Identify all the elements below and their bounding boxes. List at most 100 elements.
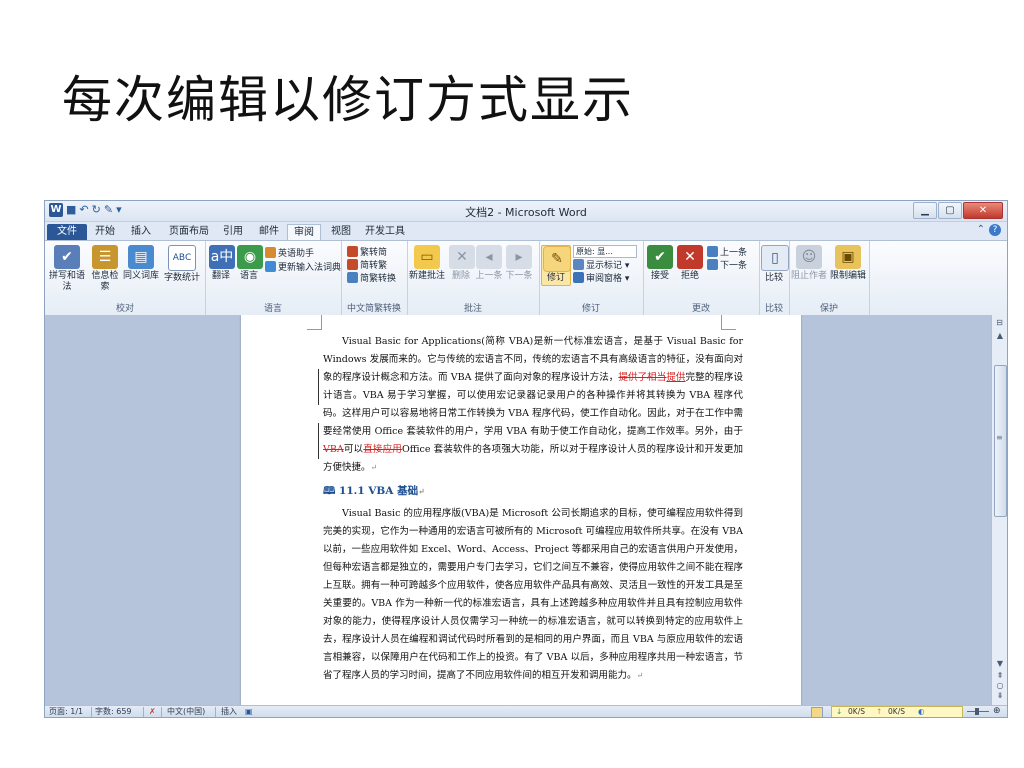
research-icon: ☰ [92,245,118,269]
vertical-scrollbar[interactable]: ⊟ ▲ ≡ ▼ ⇞ ○ ⇟ [991,315,1007,705]
delete-comment-icon: ✕ [449,245,475,269]
scroll-up-icon[interactable]: ▲ [992,331,1007,340]
restrict-editing-button[interactable]: ▣ 限制编辑 [829,245,867,282]
language-button[interactable]: ◉ 语言 [237,245,263,282]
status-language[interactable]: 中文(中国) [167,707,205,717]
inserted-text: 提供 [666,372,686,383]
new-comment-button[interactable]: ▭ 新建批注 [409,245,445,282]
document-page[interactable]: Visual Basic for Applications(简称 VBA)是新一… [241,315,801,705]
ribbon-review: ✔ 拼写和语法 ☰ 信息检索 ▤ 同义词库 ABC 字数统计 校对 a中 翻译 [45,240,1007,316]
wordcount-button[interactable]: ABC 字数统计 [163,245,201,284]
next-change-button[interactable]: 下一条 [707,259,747,272]
tab-view[interactable]: 视图 [325,224,357,240]
ribbon-tabs: 文件 开始 插入 页面布局 引用 邮件 审阅 视图 开发工具 ⌃? [45,222,1007,241]
tab-mailings[interactable]: 邮件 [253,224,285,240]
research-button[interactable]: ☰ 信息检索 [91,245,119,293]
zoom-in-icon[interactable]: ⊕ [993,706,1001,716]
status-separator [161,707,162,717]
help-icon[interactable]: ? [989,224,1001,236]
upload-arrow-icon: ↑ [876,707,883,716]
group-label-proofing: 校对 [115,304,134,314]
show-markup-button[interactable]: 显示标记 ▾ [573,259,629,272]
delete-comment-button[interactable]: ✕ 删除 [449,245,475,282]
thesaurus-button[interactable]: ▤ 同义词库 [123,245,159,282]
thesaurus-icon: ▤ [128,245,154,269]
chinese-convert-button[interactable]: 简繁转换 [347,272,396,285]
english-assistant-icon [265,247,276,258]
zoom-slider-knob[interactable] [975,708,979,715]
paragraph-mark-icon: ↵ [636,671,644,680]
prev-comment-button[interactable]: ◂ 上一条 [475,245,503,282]
display-for-review-dropdown[interactable]: 原始: 显... [573,245,637,258]
group-label-protect: 保护 [819,304,838,314]
group-comments: ▭ 新建批注 ✕ 删除 ◂ 上一条 ▸ 下一条 批注 [407,241,540,315]
print-layout-view-icon[interactable] [811,707,823,717]
tab-references[interactable]: 引用 [217,224,249,240]
prev-comment-icon: ◂ [476,245,502,269]
show-markup-icon [573,259,584,270]
margin-corner-right [721,315,736,330]
ruler-toggle-icon[interactable]: ⊟ [994,317,1005,328]
window-controls: ▁ ▢ ✕ [913,202,1003,219]
new-comment-icon: ▭ [414,245,440,269]
status-word-count[interactable]: 字数: 659 [95,707,132,717]
next-comment-button[interactable]: ▸ 下一条 [505,245,533,282]
group-label-chinese: 中文简繁转换 [346,304,401,314]
scroll-down-icon[interactable]: ▼ [992,659,1007,668]
paragraph-mark-icon: ↵ [418,486,425,496]
macro-record-icon[interactable]: ▣ [245,707,253,717]
upload-speed: 0K/S [888,707,905,716]
update-ime-icon [265,261,276,272]
section-heading: 🕮 11.1 VBA 基础↵ [323,485,425,497]
group-changes: ✔ 接受 ✕ 拒绝 上一条 下一条 更改 [643,241,760,315]
close-button[interactable]: ✕ [963,202,1003,219]
help-area: ⌃? [977,224,1001,236]
prev-change-button[interactable]: 上一条 [707,246,747,259]
slide-title: 每次编辑以修订方式显示 [62,71,634,129]
reject-button[interactable]: ✕ 拒绝 [677,245,703,282]
minimize-ribbon-icon[interactable]: ⌃ [977,224,985,235]
update-ime-button[interactable]: 更新输入法词典 [265,261,341,274]
network-speed-widget: ↓ 0K/S ↑ 0K/S ◐ [831,706,963,717]
maximize-button[interactable]: ▢ [938,202,962,219]
translate-button[interactable]: a中 翻译 [209,245,235,282]
document-area: Visual Basic for Applications(简称 VBA)是新一… [45,315,991,705]
status-insert-mode[interactable]: 插入 [221,707,237,717]
tab-developer[interactable]: 开发工具 [359,224,411,240]
tab-insert[interactable]: 插入 [125,224,157,240]
compare-button[interactable]: ▯ 比较 [761,245,789,284]
to-simplified-button[interactable]: 繁转简 [347,246,387,259]
group-chinese-conversion: 繁转简 简转繁 简繁转换 中文简繁转换 [341,241,408,315]
tab-review[interactable]: 审阅 [287,224,321,241]
accept-button[interactable]: ✔ 接受 [647,245,673,282]
tab-layout[interactable]: 页面布局 [163,224,215,240]
wordcount-icon: ABC [168,245,196,271]
deleted-text: 提供了相当 [618,372,667,383]
track-changes-icon: ✎ [543,246,571,272]
spelling-check-icon: ✔ [54,245,80,269]
prev-change-icon [707,246,718,257]
tab-file[interactable]: 文件 [47,224,87,240]
group-label-changes: 更改 [691,304,710,314]
minimize-button[interactable]: ▁ [913,202,937,219]
group-label-comments: 批注 [463,304,482,314]
block-authors-button[interactable]: ☺ 阻止作者 [791,245,827,282]
status-bar: 页面: 1/1 字数: 659 ✗ 中文(中国) 插入 ▣ ↓ 0K/S ↑ 0… [45,705,1007,717]
window-title: 文档2 - Microsoft Word [465,206,587,219]
status-page[interactable]: 页面: 1/1 [49,707,83,717]
reviewing-pane-button[interactable]: 审阅窗格 ▾ [573,272,629,285]
translate-icon: a中 [209,245,235,269]
spelling-button[interactable]: ✔ 拼写和语法 [49,245,85,293]
browse-object-icon[interactable]: ○ [992,681,1007,690]
english-assistant-button[interactable]: 英语助手 [265,247,314,260]
document-text[interactable]: Visual Basic for Applications(简称 VBA)是新一… [323,333,743,685]
track-changes-button[interactable]: ✎ 修订 [541,245,571,286]
download-speed: 0K/S [848,707,865,716]
margin-corner-left [307,315,322,330]
tab-home[interactable]: 开始 [89,224,121,240]
prev-page-icon[interactable]: ⇞ [992,671,1007,680]
status-separator [143,707,144,717]
proofing-status-icon[interactable]: ✗ [149,707,156,717]
next-page-icon[interactable]: ⇟ [992,691,1007,700]
to-traditional-button[interactable]: 简转繁 [347,259,387,272]
